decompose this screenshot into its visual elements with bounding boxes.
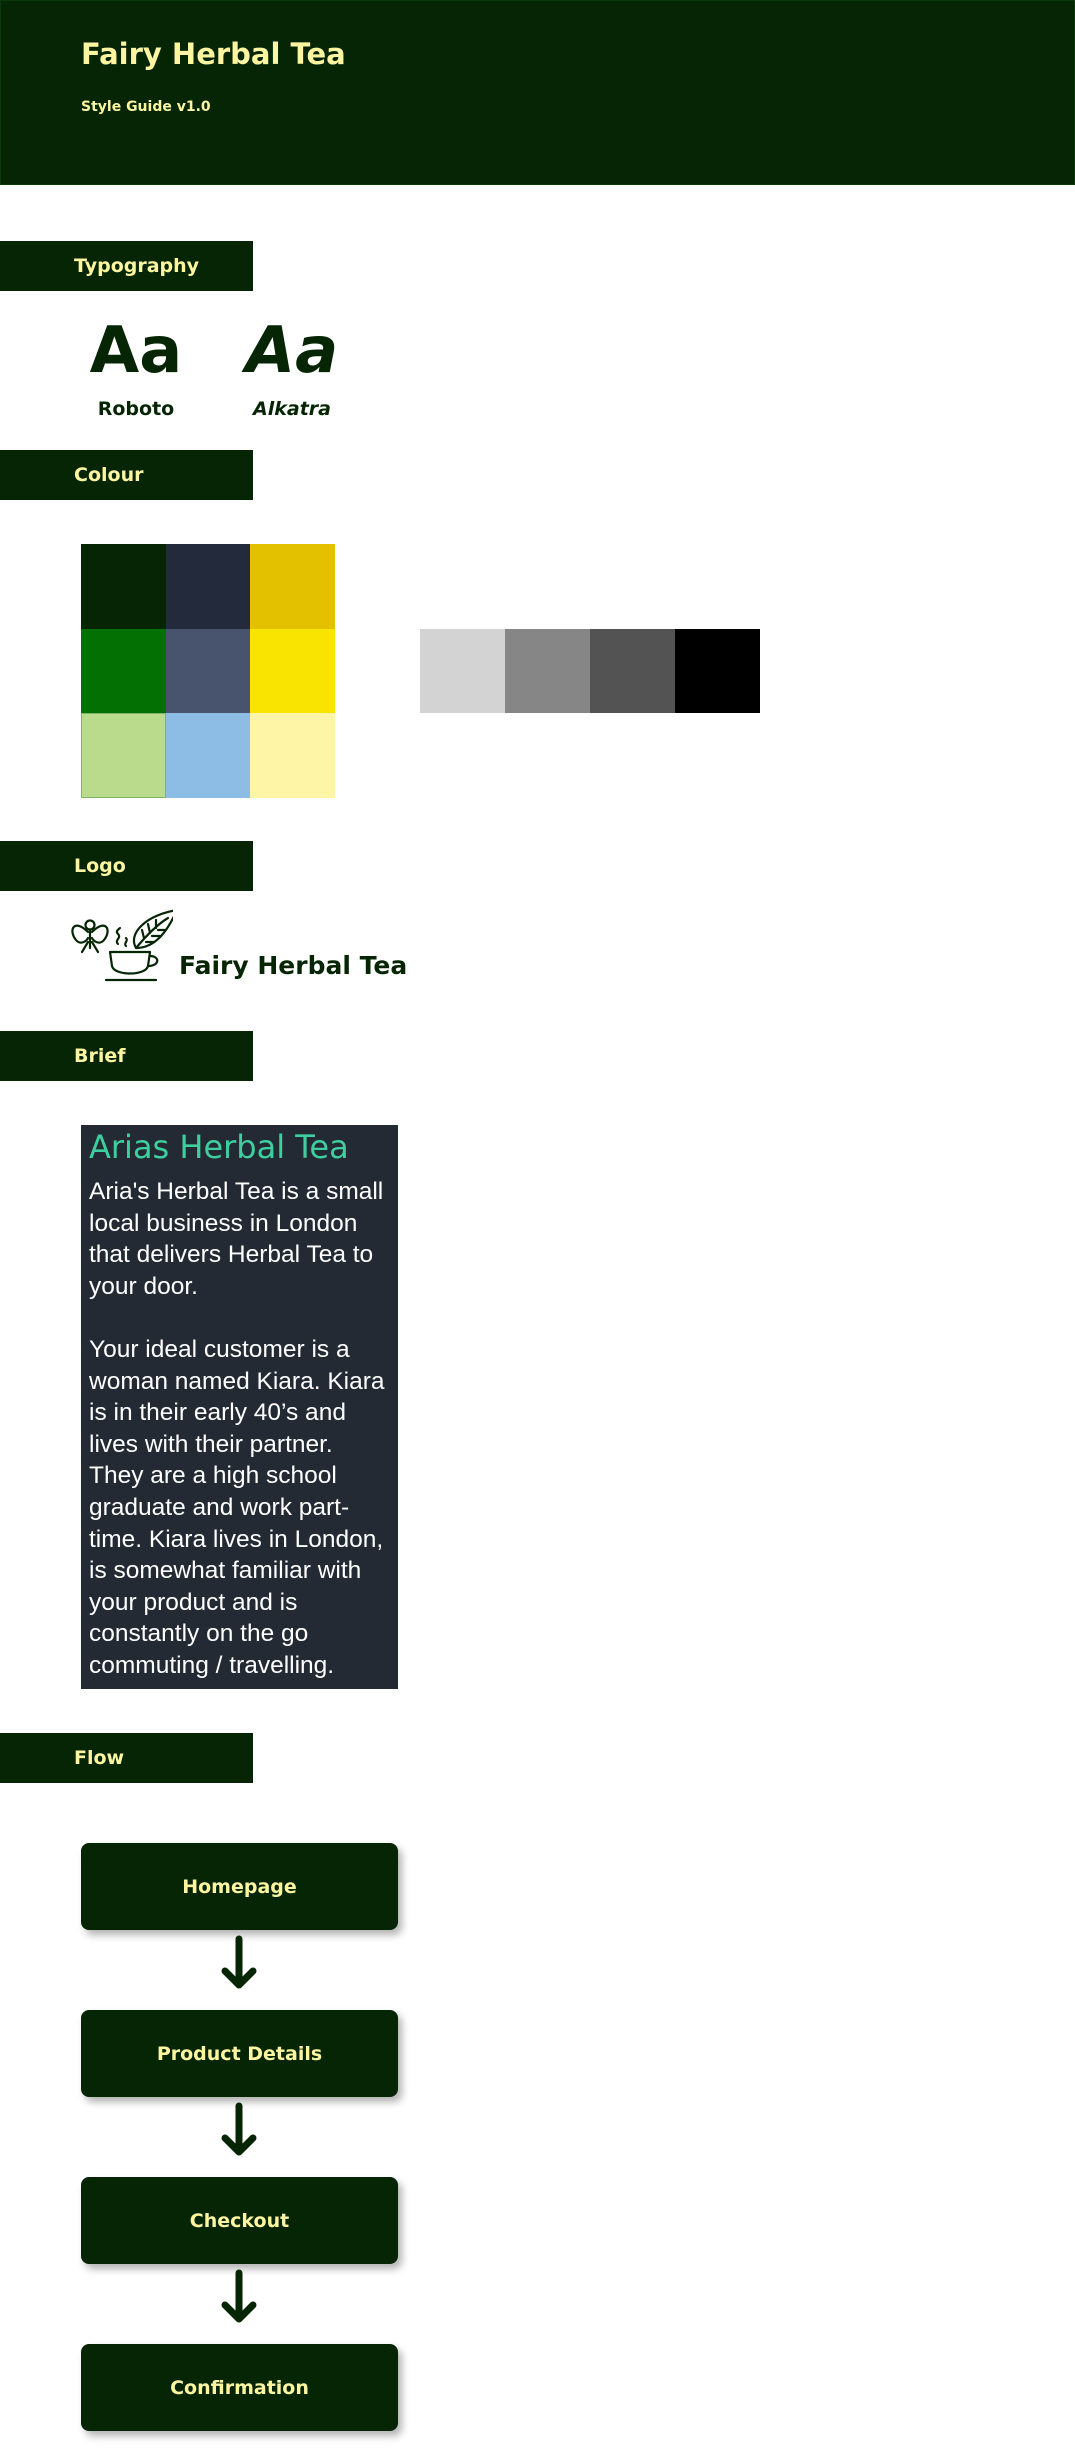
grey-swatch [420, 629, 505, 713]
font-sample-roboto: Aa Roboto [80, 316, 192, 420]
page-subtitle: Style Guide v1.0 [81, 99, 211, 115]
colour-swatch [165, 544, 251, 629]
greyscale-palette [420, 629, 760, 713]
section-heading-logo: Logo [0, 841, 253, 891]
brief-paragraph-customer: Your ideal customer is a woman named Kia… [89, 1335, 385, 1679]
colour-swatch [165, 628, 251, 714]
arrow-down-icon [221, 2102, 257, 2156]
section-heading-typography: Typography [0, 241, 253, 291]
grey-swatch [505, 629, 590, 713]
colour-swatch [250, 544, 335, 629]
brief-title: Arias Herbal Tea [89, 1128, 349, 1166]
colour-swatch [81, 713, 166, 798]
colour-swatch [165, 713, 251, 798]
font-name: Roboto [97, 398, 175, 420]
arrow-down-icon [221, 1935, 257, 1989]
colour-swatch [250, 628, 335, 714]
font-sample-alkatra: Aa Alkatra [236, 316, 348, 420]
flow-step-confirmation: Confirmation [81, 2344, 398, 2431]
font-sample-glyphs: Aa [89, 314, 183, 388]
grey-swatch [675, 629, 760, 713]
flow-step-homepage: Homepage [81, 1843, 398, 1930]
section-heading-colour: Colour [0, 450, 253, 500]
logo-wordmark: Fairy Herbal Tea [179, 951, 408, 980]
section-heading-flow: Flow [0, 1733, 253, 1783]
fairy-teacup-leaf-icon [71, 909, 173, 982]
colour-palette-grid [81, 544, 335, 798]
brief-card: Arias Herbal Tea Aria's Herbal Tea is a … [81, 1125, 398, 1689]
section-heading-brief: Brief [0, 1031, 253, 1081]
brand-logo: Fairy Herbal Tea [68, 908, 407, 990]
grey-swatch [590, 629, 675, 713]
header-banner: Fairy Herbal Tea Style Guide v1.0 [0, 0, 1075, 185]
flow-step-checkout: Checkout [81, 2177, 398, 2264]
colour-swatch [81, 544, 166, 629]
arrow-down-icon [221, 2269, 257, 2323]
font-sample-glyphs: Aa [245, 314, 339, 388]
colour-swatch [250, 713, 335, 798]
colour-swatch [81, 628, 166, 714]
page-title: Fairy Herbal Tea [81, 37, 346, 71]
font-name: Alkatra [253, 398, 331, 420]
flow-step-product-details: Product Details [81, 2010, 398, 2097]
brief-paragraph-business: Aria's Herbal Tea is a small local busin… [89, 1178, 384, 1300]
